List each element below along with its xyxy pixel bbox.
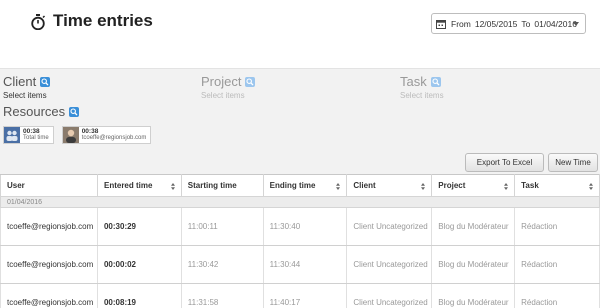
cell-user: tcoeffe@regionsjob.com [0, 283, 98, 308]
stopwatch-icon [31, 14, 46, 30]
resource-cards: 00:38 Total time 00:38 tcoeffe@regionsjo… [3, 126, 152, 144]
cell-user: tcoeffe@regionsjob.com [0, 245, 98, 284]
date-to-value: 01/04/2016 [534, 18, 577, 29]
cell-client: Client Uncategorized [346, 283, 433, 308]
resource-card-total[interactable]: 00:38 Total time [3, 126, 54, 144]
resource-name: Total time [23, 135, 49, 141]
table-row[interactable]: tcoeffe@regionsjob.com 00:30:29 11:00:11… [0, 207, 600, 246]
new-time-button[interactable]: New Time [548, 153, 598, 172]
column-header-starting-time[interactable]: Starting time [180, 174, 264, 197]
column-header-user[interactable]: User [0, 174, 98, 197]
search-icon[interactable] [40, 76, 51, 87]
group-avatar-icon [4, 127, 20, 143]
client-filter-label: Client [3, 74, 37, 89]
search-icon[interactable] [69, 106, 80, 117]
sort-icon [170, 183, 175, 190]
chevron-down-icon [573, 22, 579, 26]
project-filter: Project Select items [201, 74, 256, 100]
search-icon[interactable] [245, 76, 256, 87]
sort-icon [589, 183, 593, 190]
date-from-value: 12/05/2015 [474, 18, 518, 29]
column-header-client[interactable]: Client [346, 174, 433, 197]
cell-task: Rédaction [514, 207, 600, 246]
resource-card-user[interactable]: 00:38 tcoeffe@regionsjob.com [61, 126, 152, 144]
cell-ending-time: 11:40:17 [262, 283, 348, 308]
cell-client: Client Uncategorized [346, 245, 433, 284]
client-filter: Client Select items [3, 74, 51, 100]
column-header-task[interactable]: Task [514, 174, 600, 197]
group-row: 01/04/2016 [0, 196, 600, 208]
avatar [62, 127, 79, 143]
table-row[interactable]: tcoeffe@regionsjob.com 00:08:19 11:31:58… [0, 283, 600, 308]
table-row[interactable]: tcoeffe@regionsjob.com 00:00:02 11:30:42… [0, 245, 600, 284]
column-header-entered-time[interactable]: Entered time [96, 174, 182, 197]
cell-client: Client Uncategorized [346, 207, 433, 246]
cell-project: Blog du Modérateur [431, 245, 516, 284]
task-filter: Task Select items [400, 74, 444, 100]
cell-project: Blog du Modérateur [431, 283, 516, 308]
cell-starting-time: 11:00:11 [180, 207, 264, 246]
client-filter-hint[interactable]: Select items [3, 91, 50, 100]
resources-filter: Resources [3, 104, 80, 119]
cell-entered-time: 00:00:02 [96, 245, 182, 284]
time-entries-table: User Entered time Starting time Ending t… [0, 174, 600, 308]
calendar-icon [436, 19, 446, 29]
page-header: Time entries From 12/05/2015 To 01/04/20… [0, 0, 600, 68]
cell-starting-time: 11:31:58 [180, 283, 264, 308]
task-filter-label: Task [400, 74, 427, 89]
cell-ending-time: 11:30:40 [262, 207, 348, 246]
sort-icon [336, 183, 341, 190]
project-filter-label: Project [201, 74, 242, 89]
task-filter-hint[interactable]: Select items [400, 91, 444, 100]
group-date-label: 01/04/2016 [0, 196, 600, 208]
page-title: Time entries [53, 11, 153, 30]
resource-time: 00:38 [23, 128, 40, 135]
date-range-picker[interactable]: From 12/05/2015 To 01/04/2016 [431, 13, 586, 34]
export-to-excel-button[interactable]: Export To Excel [465, 153, 544, 172]
cell-task: Rédaction [514, 245, 600, 284]
table-header-row: User Entered time Starting time Ending t… [0, 174, 600, 197]
cell-project: Blog du Modérateur [431, 207, 516, 246]
column-header-ending-time[interactable]: Ending time [262, 174, 348, 197]
date-from-label: From [451, 18, 471, 29]
cell-entered-time: 00:30:29 [96, 207, 182, 246]
sort-icon [421, 183, 426, 190]
search-icon[interactable] [430, 76, 441, 87]
sort-icon [504, 183, 509, 190]
project-filter-hint[interactable]: Select items [201, 91, 255, 100]
cell-starting-time: 11:30:42 [180, 245, 264, 284]
cell-ending-time: 11:30:44 [262, 245, 348, 284]
column-header-project[interactable]: Project [431, 174, 516, 197]
resource-name: tcoeffe@regionsjob.com [81, 135, 147, 141]
cell-entered-time: 00:08:19 [96, 283, 182, 308]
date-to-label: To [521, 18, 531, 29]
cell-task: Rédaction [514, 283, 600, 308]
resource-time: 00:38 [81, 128, 99, 135]
cell-user: tcoeffe@regionsjob.com [0, 207, 98, 246]
resources-filter-label: Resources [3, 104, 66, 119]
